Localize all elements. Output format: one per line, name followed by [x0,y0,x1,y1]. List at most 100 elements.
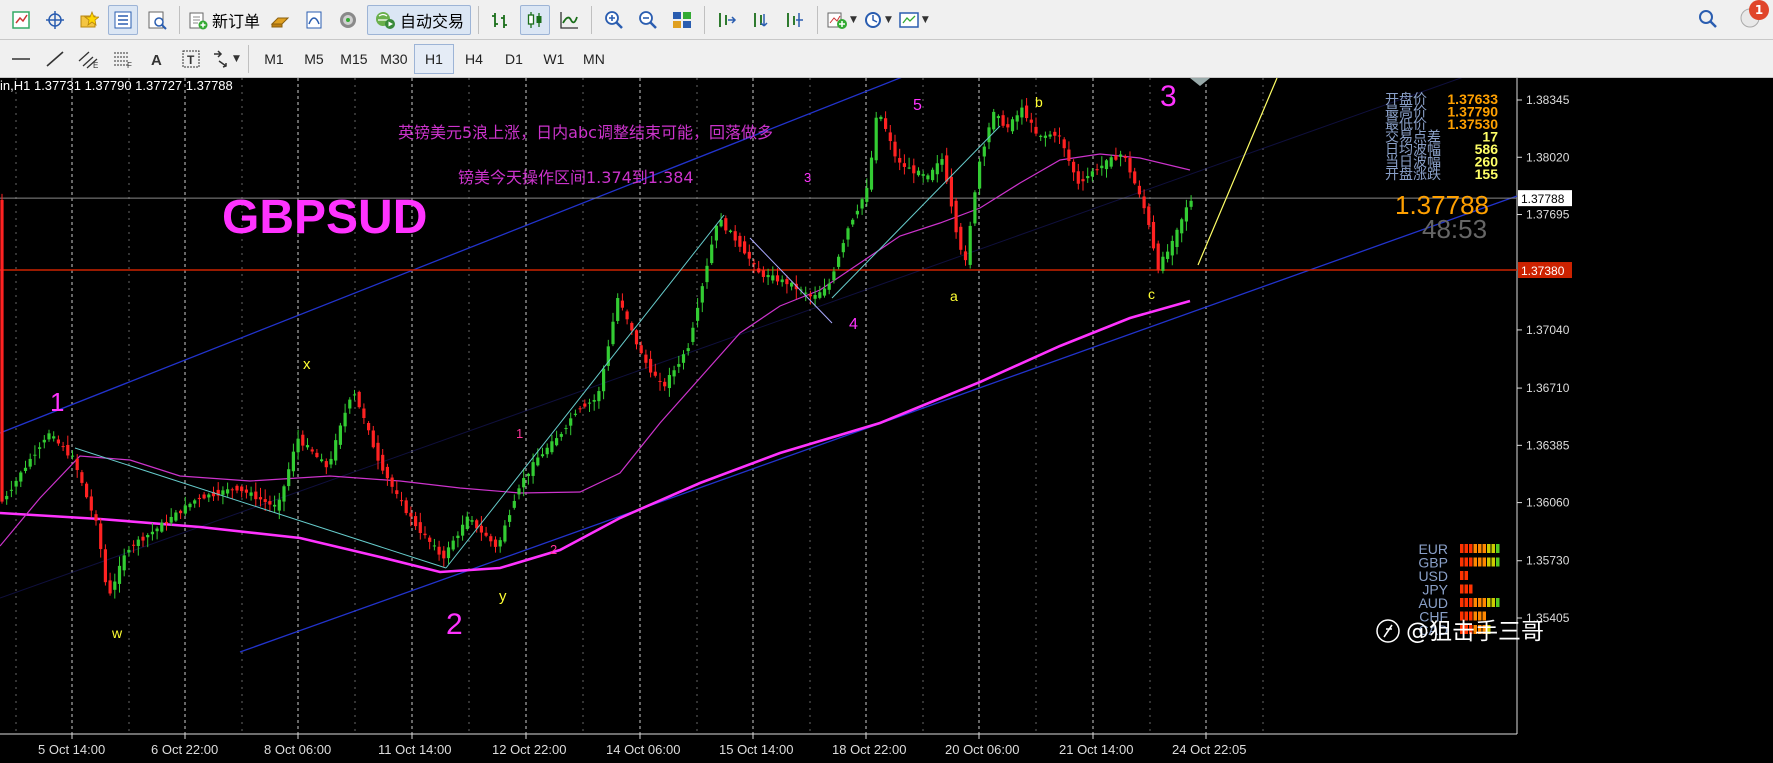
timeframe-d1[interactable]: D1 [494,44,534,74]
candle-body [865,187,869,202]
candle-body [931,169,935,181]
timeframe-selector: M1 M5 M15 M30 H1 H4 D1 W1 MN [254,43,614,74]
candle-body [404,500,408,514]
candle-body [66,444,70,456]
candle-body [230,489,234,491]
candle-body [738,235,742,247]
new-chart-icon[interactable] [6,5,36,35]
text-label-icon[interactable]: T [176,44,206,74]
wave-label: 2 [446,608,463,641]
timeframe-m1[interactable]: M1 [254,44,294,74]
candle-body [465,516,469,530]
candle-body [1095,169,1099,171]
templates-dropdown[interactable]: ▼ [897,5,930,35]
timeframe-m15[interactable]: M15 [334,44,374,74]
candle-body [879,116,883,120]
candle-body [1114,155,1118,160]
candle-body [653,371,657,376]
timeframe-h4[interactable]: H4 [454,44,494,74]
timeframe-m30[interactable]: M30 [374,44,414,74]
candle-body [837,256,841,267]
candle-body [620,300,624,308]
candle-body [174,512,178,521]
candlestick-mode-icon[interactable] [520,4,551,35]
new-order-button[interactable]: 新订单 [187,5,261,35]
notifications-button[interactable]: 1 [1739,0,1769,34]
candle-body [733,231,737,241]
watermark-text: @狙击手三哥 [1406,619,1544,645]
candle-body [649,358,653,373]
horizontal-line-icon[interactable] [6,44,36,74]
chart-shift-icon[interactable] [712,5,742,35]
candle-body [338,425,342,445]
candle-body [508,515,512,522]
time-tick-label: 24 Oct 22:05 [1172,742,1246,757]
templates-icon [899,11,919,28]
candle-body [978,161,982,189]
candle-body [808,294,812,297]
bar-chart-mode-icon[interactable] [486,5,516,35]
gold-bars-icon[interactable] [265,5,295,35]
crosshair-icon[interactable] [40,5,70,35]
candle-body [75,458,79,471]
text-tool-icon[interactable]: A [142,44,172,74]
strategy-tester-icon[interactable] [142,5,172,35]
arrows-dropdown[interactable]: ▼ [210,44,241,74]
price-chart[interactable]: 1.38345 1.38020 1.37695 1.37040 1.36710 1.363… [0,78,1773,763]
candle-body [902,163,906,167]
trendline-icon[interactable] [40,44,70,74]
auto-trading-label: 自动交易 [400,11,465,31]
equidistant-channel-icon[interactable]: E [74,44,104,74]
candle-body [1015,115,1019,122]
candle-body [498,540,502,547]
candle-body [954,200,958,233]
candle-body [1090,171,1094,177]
support-price-tag: 1.37380 [1521,264,1565,278]
candle-body [324,461,328,468]
svg-text:E: E [93,61,98,69]
tile-windows-icon[interactable] [667,5,697,35]
candle-body [169,516,173,523]
candle-body [714,225,718,241]
candle-body [367,423,371,431]
candle-body [555,438,559,446]
candle-body [982,146,986,157]
candle-body [771,275,775,281]
auto-scroll-icon[interactable] [746,5,776,35]
candle-body [766,275,770,278]
new-order-label: 新订单 [212,11,261,31]
candle-body [564,428,568,430]
market-watch-icon[interactable] [108,4,138,35]
candle-body [442,550,446,559]
timeframe-w1[interactable]: W1 [534,44,574,74]
timeframe-m5[interactable]: M5 [294,44,334,74]
fibonacci-icon[interactable] [780,5,810,35]
candle-body [846,228,850,240]
candle-body [268,501,272,505]
candle-body [423,533,427,536]
candle-body [399,500,404,502]
zoom-out-icon[interactable] [633,5,663,35]
line-chart-mode-icon[interactable] [554,5,584,35]
candle-body [1161,256,1165,271]
candle-body [409,512,413,517]
metaeditor-icon[interactable] [299,5,329,35]
candle-body [639,345,643,354]
stat-value: 155 [1475,166,1499,182]
candle-body [99,523,103,550]
candle-body [907,167,911,169]
timeframe-h1[interactable]: H1 [413,43,454,74]
auto-trading-button[interactable]: 自动交易 [367,4,472,35]
zoom-in-icon[interactable] [599,5,629,35]
fibonacci-retracement-icon[interactable]: F [108,44,138,74]
favorites-icon[interactable] [74,5,104,35]
search-icon[interactable] [1693,4,1723,34]
strength-bar-segment [1460,598,1464,607]
indicators-dropdown[interactable]: ▼ [825,5,858,35]
price-tick-label: 1.36385 [1526,438,1570,452]
periods-dropdown[interactable]: ▼ [862,5,893,35]
timeframe-mn[interactable]: MN [574,44,614,74]
signals-icon[interactable] [333,5,363,35]
candle-body [1081,179,1085,182]
candle-body [461,524,465,536]
